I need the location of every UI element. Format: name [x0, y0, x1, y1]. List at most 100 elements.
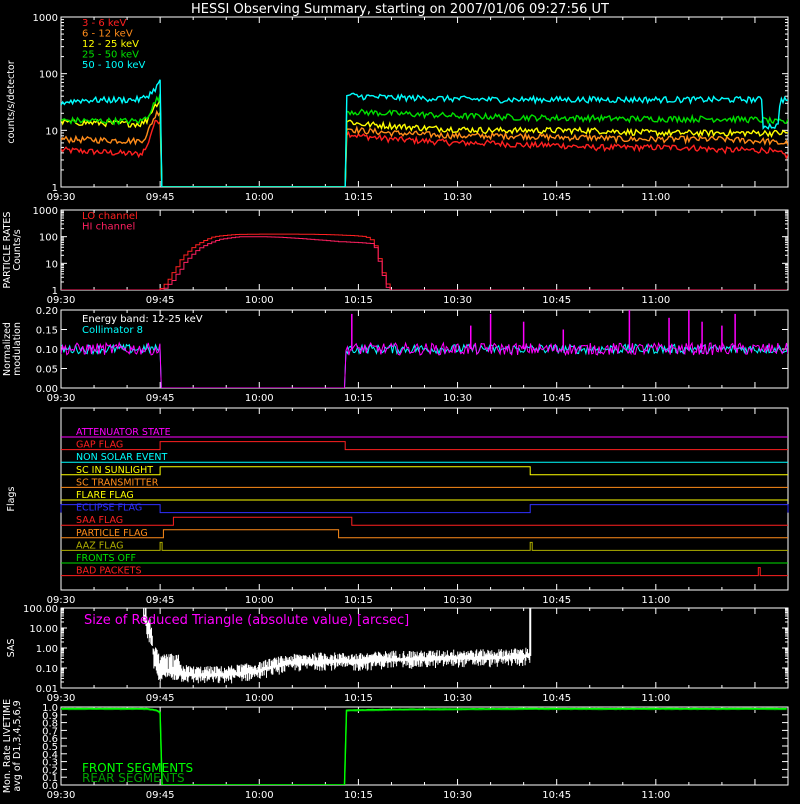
- legend-entry: 3 - 6 keV: [82, 18, 126, 29]
- flag-label: GAP FLAG: [76, 440, 123, 451]
- x-tick-label: 09:45: [146, 595, 175, 606]
- x-tick-label: 10:00: [245, 393, 274, 404]
- flag-label: SC TRANSMITTER: [76, 477, 159, 488]
- x-tick-label: 10:30: [443, 192, 472, 203]
- x-tick-label: 10:15: [344, 295, 373, 306]
- x-tick-label: 09:45: [146, 192, 175, 203]
- x-tick-label: 11:00: [641, 693, 670, 704]
- flag-trace: [61, 441, 788, 451]
- panel-frame: [60, 16, 789, 188]
- legend-entry: REAR SEGMENTS: [82, 771, 185, 785]
- panel-particle-rates: 09:30 09:45 10:00 10:15 10:30 10:45 11:00PARTI…: [2, 206, 789, 306]
- x-tick-label: 09:45: [146, 295, 175, 306]
- x-tick-label: 10:30: [443, 693, 472, 704]
- y-axis-label: Flags: [6, 486, 17, 511]
- y-axis-label: Counts/s: [12, 229, 23, 270]
- legend-entry: 6 - 12 keV: [82, 29, 133, 40]
- x-tick-label: 10:15: [344, 693, 373, 704]
- x-tick-label: 09:45: [146, 790, 175, 800]
- flag-label: ATTENUATOR STATE: [76, 427, 171, 438]
- panel-normalized-modulation: 09:30 09:45 10:00 10:15 10:30 10:45 11:00Norma…: [2, 306, 789, 404]
- x-tick-label: 10:15: [344, 790, 373, 800]
- x-tick-label: 10:15: [344, 393, 373, 404]
- legend-entry: 25 - 50 keV: [82, 50, 139, 61]
- x-tick-label: 10:00: [245, 595, 274, 606]
- annotation-energy-band: Energy band: 12-25 keV: [82, 314, 203, 325]
- series-line: [61, 343, 788, 388]
- panel-count-rates: 09:30 09:45 10:00 10:15 10:30 10:45 11:00count…: [6, 13, 789, 203]
- flag-label: AAZ FLAG: [76, 540, 123, 551]
- observing-summary: HESSI Observing Summary, starting on 200…: [0, 0, 800, 801]
- flag-trace: [61, 567, 788, 577]
- x-tick-label: 10:00: [245, 295, 274, 306]
- sas-annotation: Size of Reduced Triangle (absolute value…: [84, 613, 409, 628]
- y-tick-label: 100: [39, 70, 58, 81]
- y-axis-label: SAS: [6, 639, 17, 658]
- x-tick-label: 09:45: [146, 693, 175, 704]
- flag-label: NON SOLAR EVENT: [76, 452, 167, 463]
- legend-entry: 12 - 25 keV: [82, 39, 139, 50]
- series-line: [61, 341, 788, 388]
- flag-label: FRONTS OFF: [76, 553, 136, 564]
- panel-livetime: 09:30 09:45 10:00 10:15 10:30 10:45 11:00Mon. …: [2, 699, 789, 801]
- y-axis-label: avg of D1,3,4,5,6,9: [12, 700, 23, 791]
- flag-trace: [60, 504, 789, 514]
- y-tick-label: 1: [52, 183, 58, 194]
- panel-frame: [60, 209, 789, 291]
- y-tick-label: 1.0: [42, 703, 58, 714]
- annotation-collimator: Collimator 8: [82, 325, 143, 336]
- x-tick-label: 10:30: [443, 393, 472, 404]
- flag-label: PARTICLE FLAG: [76, 528, 148, 539]
- x-tick-label: 11:00: [641, 595, 670, 606]
- x-tick-label: 10:45: [542, 790, 571, 800]
- flag-trace: [61, 529, 788, 539]
- x-tick-label: 11:00: [641, 393, 670, 404]
- x-tick-label: 10:15: [344, 595, 373, 606]
- x-tick-label: 10:15: [344, 192, 373, 203]
- x-tick-label: 10:45: [542, 693, 571, 704]
- x-tick-label: 09:45: [146, 393, 175, 404]
- flag-label: SAA FLAG: [76, 515, 123, 526]
- y-tick-label: 1000: [33, 206, 58, 217]
- x-tick-label: 10:45: [542, 595, 571, 606]
- x-tick-label: 11:00: [641, 192, 670, 203]
- y-tick-label: 1000: [33, 13, 58, 24]
- x-tick-label: 10:30: [443, 790, 472, 800]
- chart-title: HESSI Observing Summary, starting on 200…: [191, 2, 609, 17]
- flag-trace: [61, 516, 788, 526]
- x-tick-label: 10:00: [245, 790, 274, 800]
- y-tick-label: 0.05: [36, 365, 58, 376]
- x-tick-label: 10:00: [245, 693, 274, 704]
- flag-trace: [61, 541, 788, 551]
- legend-entry: HI channel: [82, 222, 135, 233]
- panel-sas: 09:30 09:45 10:00 10:15 10:30 10:45 11:00SAS0.…: [6, 604, 789, 704]
- y-axis-label: modulation: [12, 322, 23, 376]
- flag-label: SC IN SUNLIGHT: [76, 465, 153, 476]
- y-tick-label: 0.10: [36, 664, 58, 675]
- flag-label: BAD PACKETS: [76, 566, 142, 577]
- x-tick-label: 10:00: [245, 192, 274, 203]
- flag-label: FLARE FLAG: [76, 490, 134, 501]
- y-tick-label: 100.00: [23, 604, 58, 615]
- y-tick-label: 0.20: [36, 306, 58, 317]
- legend-entry: LO channel: [82, 211, 138, 222]
- y-tick-label: 0.10: [36, 345, 58, 356]
- y-tick-label: 1.00: [36, 644, 58, 655]
- x-tick-label: 10:45: [542, 192, 571, 203]
- flag-trace: [61, 466, 788, 476]
- y-tick-label: 10: [45, 259, 58, 270]
- y-axis-label: counts/s/detector: [6, 60, 17, 143]
- x-tick-label: 10:30: [443, 295, 472, 306]
- series-line: [61, 93, 788, 187]
- series-line: [61, 233, 787, 290]
- x-tick-label: 10:45: [542, 393, 571, 404]
- y-tick-label: 0.15: [36, 326, 58, 337]
- y-tick-label: 0.00: [36, 384, 58, 395]
- x-tick-label: 10:30: [443, 595, 472, 606]
- x-tick-label: 11:00: [641, 295, 670, 306]
- series-line: [61, 236, 787, 290]
- x-tick-label: 10:45: [542, 295, 571, 306]
- y-tick-label: 10: [45, 126, 58, 137]
- x-tick-label: 11:00: [641, 790, 670, 800]
- panels: 09:30 09:45 10:00 10:15 10:30 10:45 11:00count…: [2, 13, 789, 801]
